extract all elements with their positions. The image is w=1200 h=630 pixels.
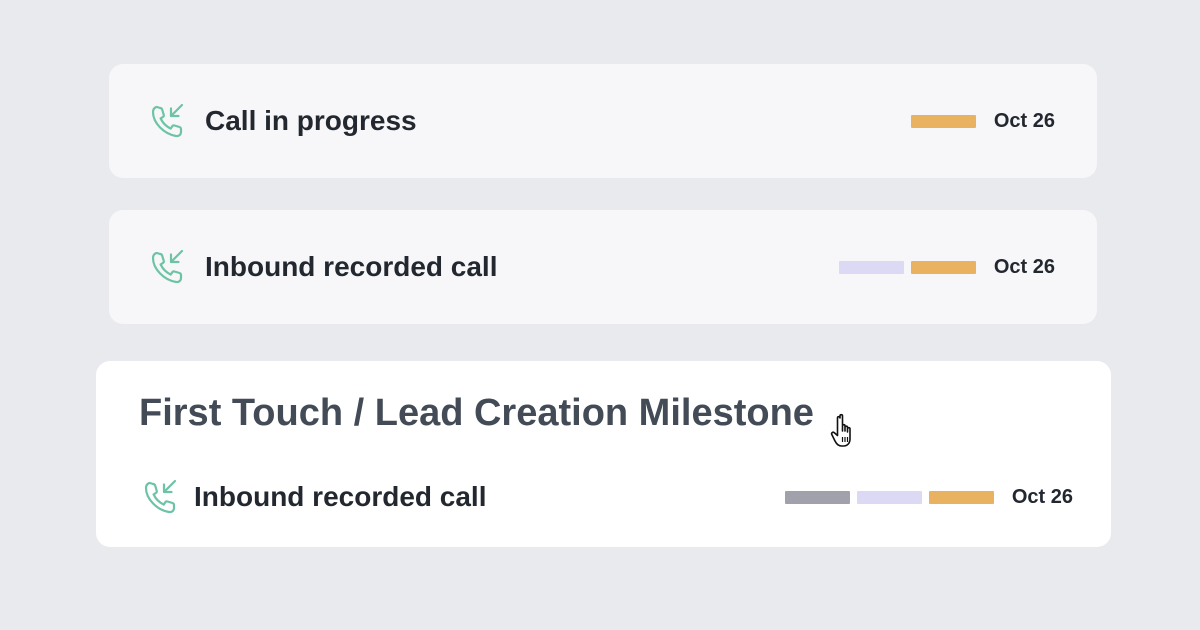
status-bar-lavender — [856, 490, 922, 504]
activity-row: Inbound recorded call Oct 26 — [109, 210, 1097, 324]
milestone-card[interactable]: First Touch / Lead Creation Milestone In… — [96, 361, 1111, 547]
activity-date: Oct 26 — [1011, 485, 1073, 508]
status-bar-orange — [910, 260, 976, 274]
inbound-call-icon — [140, 476, 182, 518]
activity-label: Inbound recorded call — [205, 251, 498, 282]
inbound-call-icon — [147, 100, 189, 142]
activity-status-bars — [838, 260, 976, 274]
milestone-activity-row[interactable]: Inbound recorded call Oct 26 — [96, 471, 1111, 523]
activity-timeline: Call in progress Oct 26 Inbound recorded… — [0, 0, 1200, 630]
status-bar-gray — [784, 490, 850, 504]
activity-label: Call in progress — [205, 105, 417, 136]
hand-pointer-icon — [830, 412, 866, 452]
status-bar-orange — [910, 114, 976, 128]
activity-card-inbound-recorded-call[interactable]: Inbound recorded call Oct 26 — [109, 210, 1097, 324]
status-bar-lavender — [838, 260, 904, 274]
activity-date: Oct 26 — [993, 255, 1055, 278]
activity-status-bars — [910, 114, 976, 128]
activity-date: Oct 26 — [993, 109, 1055, 132]
inbound-call-icon — [147, 246, 189, 288]
milestone-title: First Touch / Lead Creation Milestone — [139, 392, 814, 434]
activity-status-bars — [784, 490, 994, 504]
status-bar-orange — [928, 490, 994, 504]
activity-card-call-in-progress[interactable]: Call in progress Oct 26 — [109, 64, 1097, 178]
activity-row: Call in progress Oct 26 — [109, 64, 1097, 178]
activity-label: Inbound recorded call — [194, 481, 487, 512]
